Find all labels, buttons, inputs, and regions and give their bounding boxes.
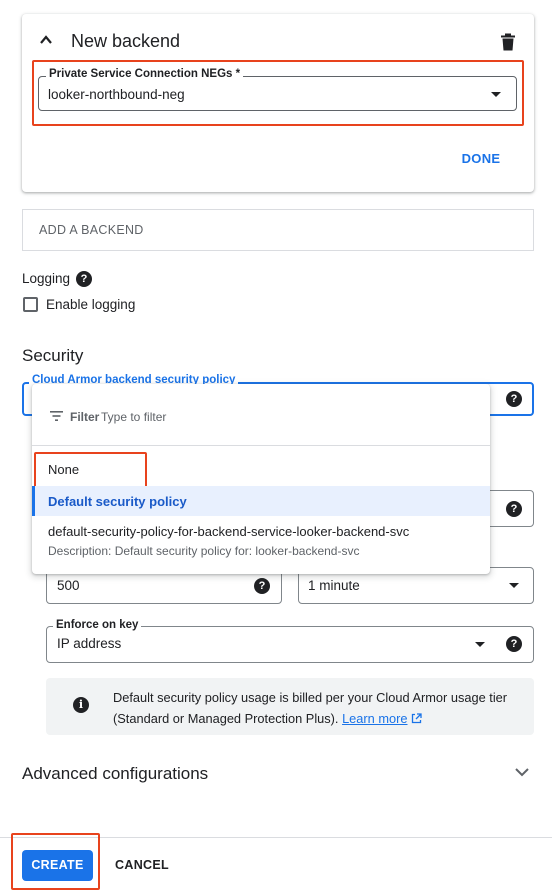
dropdown-arrow-icon <box>509 583 519 588</box>
help-icon[interactable]: ? <box>506 501 522 517</box>
backend-card-title: New backend <box>71 31 181 51</box>
learn-more-link[interactable]: Learn more <box>342 711 407 726</box>
chevron-up-icon[interactable] <box>39 33 53 47</box>
help-icon[interactable]: ? <box>506 391 522 407</box>
add-backend-label: ADD A BACKEND <box>39 223 144 237</box>
filter-input[interactable]: Type to filter <box>101 410 166 424</box>
external-link-icon[interactable] <box>411 713 422 724</box>
rate-limit-count-value: 500 <box>57 578 80 593</box>
billing-info-message: Default security policy usage is billed … <box>113 690 508 726</box>
enforce-on-key-label: Enforce on key <box>53 619 142 631</box>
option-default-security-policy-label: Default security policy <box>48 494 187 509</box>
help-icon[interactable]: ? <box>254 578 270 594</box>
done-button[interactable]: DONE <box>452 145 510 173</box>
rate-limit-interval-value: 1 minute <box>308 578 360 593</box>
logging-label: Logging <box>22 271 71 286</box>
neg-field-label: Private Service Connection NEGs * <box>46 68 244 80</box>
option-backend-service-policy-description: Description: Default security policy for… <box>48 544 360 558</box>
dropdown-arrow-icon <box>491 92 501 97</box>
help-icon[interactable]: ? <box>76 271 92 287</box>
option-backend-service-policy[interactable]: default-security-policy-for-backend-serv… <box>48 524 409 539</box>
advanced-configurations-heading[interactable]: Advanced configurations <box>22 764 208 784</box>
dropdown-arrow-icon <box>475 642 485 647</box>
trash-icon[interactable] <box>500 33 516 51</box>
help-icon[interactable]: ? <box>506 636 522 652</box>
option-none-highlight <box>34 452 147 489</box>
enable-logging-label: Enable logging <box>46 297 136 312</box>
neg-field-value: looker-northbound-neg <box>48 87 185 102</box>
info-icon: i <box>73 697 89 713</box>
create-button[interactable]: CREATE <box>22 850 93 881</box>
enforce-on-key-value: IP address <box>57 636 122 651</box>
enable-logging-checkbox[interactable] <box>23 297 38 312</box>
filter-icon <box>50 411 63 421</box>
chevron-down-icon[interactable] <box>514 766 530 778</box>
cancel-button[interactable]: CANCEL <box>108 850 176 881</box>
billing-info-text: Default security policy usage is billed … <box>113 687 523 729</box>
filter-label: Filter <box>70 410 100 424</box>
security-heading: Security <box>22 346 84 365</box>
dropdown-divider <box>32 445 490 446</box>
